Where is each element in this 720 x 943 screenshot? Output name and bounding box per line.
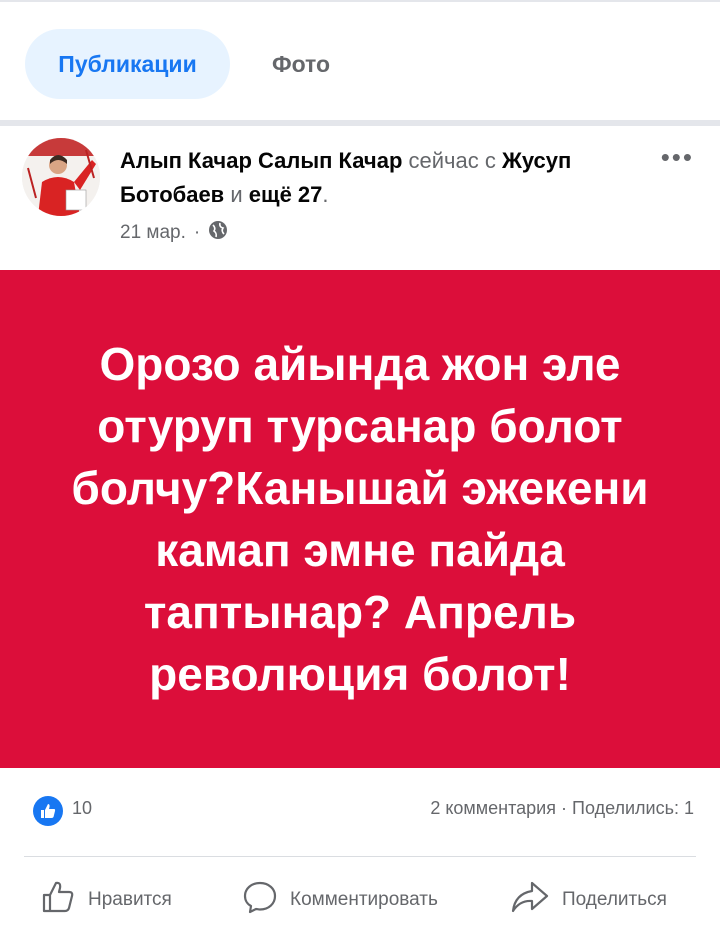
post-author-line: Алып Качар Салып Качар сейчас с Жусуп Бо… [120,144,620,212]
meta-separator: · [193,222,201,243]
comment-button[interactable]: Комментировать [242,879,438,921]
post-date[interactable]: 21 мар. [120,222,186,244]
banner-text: Орозо айында жон эле отуруп турсанар бол… [71,338,649,700]
post-actions: Нравится Комментировать Поделиться [0,857,720,943]
post-text-banner: Орозо айында жон эле отуруп турсанар бол… [0,270,720,768]
comment-label: Комментировать [290,889,438,910]
post-meta: 21 мар. · [120,220,228,246]
share-button[interactable]: Поделиться [510,879,667,921]
post-header: Алып Качар Салып Качар сейчас с Жусуп Бо… [0,126,720,270]
share-label: Поделиться [562,889,667,910]
and-text: и [230,182,243,207]
tab-photos[interactable]: Фото [246,29,356,99]
likes-count[interactable]: 10 [72,798,92,819]
share-arrow-icon [510,879,550,921]
thumbs-up-icon [40,879,76,921]
author-name[interactable]: Алып Качар Салып Качар [120,148,402,173]
like-reaction-icon[interactable] [33,796,63,826]
tab-publications[interactable]: Публикации [25,29,230,99]
profile-tabs: Публикации Фото [0,0,720,122]
post-stats: 10 2 комментария · Поделились: 1 [0,768,720,858]
period: . [322,182,329,207]
comments-count[interactable]: 2 комментария [430,798,556,818]
comment-bubble-icon [242,879,278,921]
globe-icon [208,220,228,246]
shares-count[interactable]: Поделились: 1 [572,798,694,818]
avatar[interactable] [22,138,100,216]
more-options-icon[interactable]: ••• [661,142,694,173]
stats-right: 2 комментария · Поделились: 1 [430,798,694,819]
like-label: Нравится [88,889,172,910]
stats-separator: · [561,798,567,818]
avatar-image [22,138,100,216]
with-text: сейчас с [408,148,496,173]
like-button[interactable]: Нравится [40,879,172,921]
tagged-others-link[interactable]: ещё 27 [249,182,323,207]
